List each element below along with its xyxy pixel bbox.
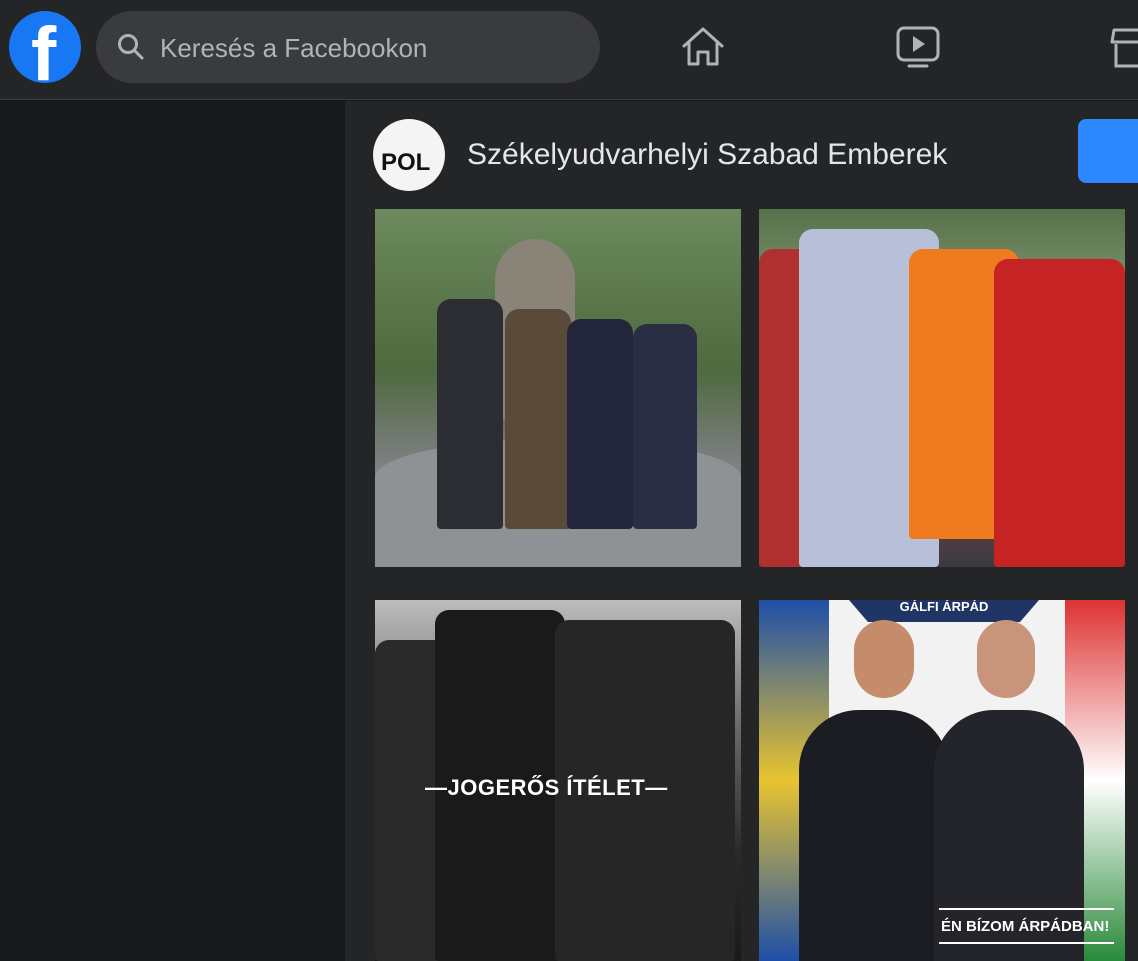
person-figure [633,324,697,529]
person-head [854,620,914,698]
photo-handshake-crowd[interactable] [759,209,1125,567]
photo-campaign-poster[interactable]: GÁLFI ÁRPÁD ÉN BÍZOM ÁRPÁDBAN! [759,600,1125,961]
page-avatar[interactable]: POL [373,119,445,191]
person-figure [505,309,571,529]
page-title[interactable]: Székelyudvarhelyi Szabad Emberek [467,138,947,172]
poster-quote: ÉN BÍZOM ÁRPÁDBAN! [941,918,1110,935]
facebook-logo-icon[interactable]: f [9,11,81,83]
person-figure [567,319,633,529]
photo-four-men-statue[interactable] [375,209,741,567]
page-avatar-logo-text: POL [381,149,431,176]
home-icon[interactable] [678,22,728,72]
marketplace-icon[interactable] [1108,22,1138,72]
poster-banner: GÁLFI ÁRPÁD [849,600,1039,622]
search-input[interactable]: Keresés a Facebookon [96,11,600,83]
person-head [977,620,1035,698]
facebook-logo-letter: f [31,12,57,84]
quote-divider [939,942,1114,944]
person-figure [994,259,1125,567]
watch-video-icon[interactable] [893,22,943,72]
search-icon [118,34,144,60]
poster-banner-text: GÁLFI ÁRPÁD [899,600,989,614]
top-navigation-bar: f Keresés a Facebookon [0,0,1138,100]
search-placeholder: Keresés a Facebookon [160,33,428,63]
person-figure [437,299,503,529]
page-action-button[interactable] [1078,119,1138,183]
photo-police-verdict[interactable]: —JOGERŐS ÍTÉLET— [375,600,741,961]
left-sidebar [0,101,345,961]
photo-caption: —JOGERŐS ÍTÉLET— [425,775,668,800]
person-figure [799,710,949,961]
quote-divider [939,908,1114,910]
